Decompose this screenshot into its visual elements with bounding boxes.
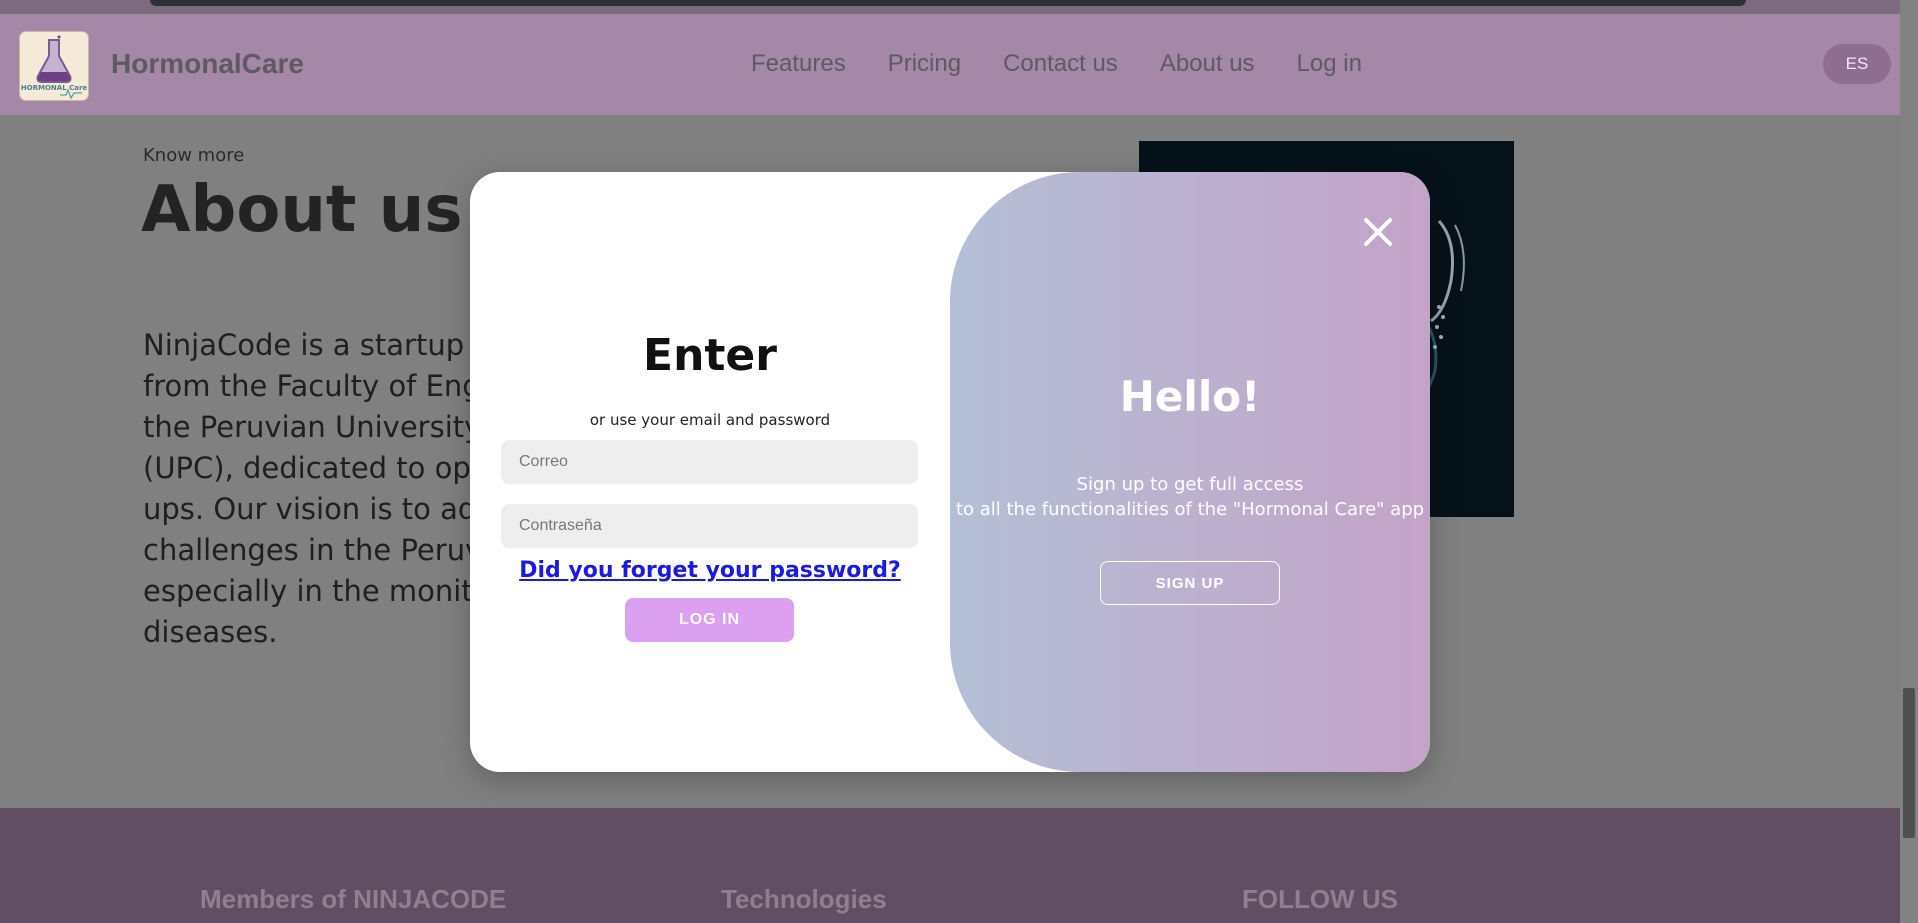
main-nav: Features Pricing Contact us About us Log… bbox=[751, 50, 1404, 78]
login-modal: Enter or use your email and password Did… bbox=[470, 172, 1430, 772]
close-icon[interactable] bbox=[1358, 212, 1398, 252]
footer-heading-follow-us: FOLLOW US bbox=[1242, 884, 1398, 914]
nav-features[interactable]: Features bbox=[751, 50, 846, 78]
nav-log-in[interactable]: Log in bbox=[1297, 50, 1362, 78]
password-field[interactable] bbox=[501, 504, 918, 548]
login-title: Enter bbox=[643, 330, 777, 381]
footer-heading-members: Members of NINJACODE bbox=[200, 884, 507, 914]
about-kicker: Know more bbox=[143, 145, 245, 166]
login-button[interactable]: LOG IN bbox=[625, 598, 794, 642]
navbar: HORMONAL Care HormonalCare Features Pric… bbox=[0, 14, 1900, 115]
login-hint: or use your email and password bbox=[589, 411, 831, 429]
email-field[interactable] bbox=[501, 440, 918, 484]
forgot-password-link[interactable]: Did you forget your password? bbox=[470, 558, 950, 583]
login-panel: Enter or use your email and password Did… bbox=[470, 172, 950, 772]
language-toggle-button[interactable]: ES bbox=[1823, 44, 1891, 84]
signup-panel: Hello! Sign up to get full access to all… bbox=[950, 172, 1430, 772]
brand-name[interactable]: HormonalCare bbox=[111, 48, 304, 80]
footer: Members of NINJACODE Technologies FOLLOW… bbox=[0, 808, 1900, 923]
logo-icon[interactable]: HORMONAL Care bbox=[20, 32, 88, 100]
top-bar-edge bbox=[150, 0, 1746, 6]
nav-pricing[interactable]: Pricing bbox=[888, 50, 961, 78]
nav-about-us[interactable]: About us bbox=[1160, 50, 1255, 78]
browser-top-strip bbox=[0, 0, 1900, 14]
scrollbar-thumb[interactable] bbox=[1903, 688, 1915, 838]
nav-contact-us[interactable]: Contact us bbox=[1003, 50, 1118, 78]
signup-description: Sign up to get full access to all the fu… bbox=[950, 472, 1430, 522]
page-scrollbar[interactable] bbox=[1900, 0, 1918, 923]
footer-heading-technologies: Technologies bbox=[721, 884, 887, 914]
about-title: About us bbox=[141, 173, 463, 247]
signup-line: Sign up to get full access bbox=[1076, 474, 1304, 495]
signup-title: Hello! bbox=[1119, 372, 1261, 421]
sign-up-button[interactable]: SIGN UP bbox=[1100, 561, 1280, 605]
signup-line: to all the functionalities of the "Hormo… bbox=[955, 499, 1425, 520]
svg-text:HORMONAL Care: HORMONAL Care bbox=[21, 84, 88, 92]
